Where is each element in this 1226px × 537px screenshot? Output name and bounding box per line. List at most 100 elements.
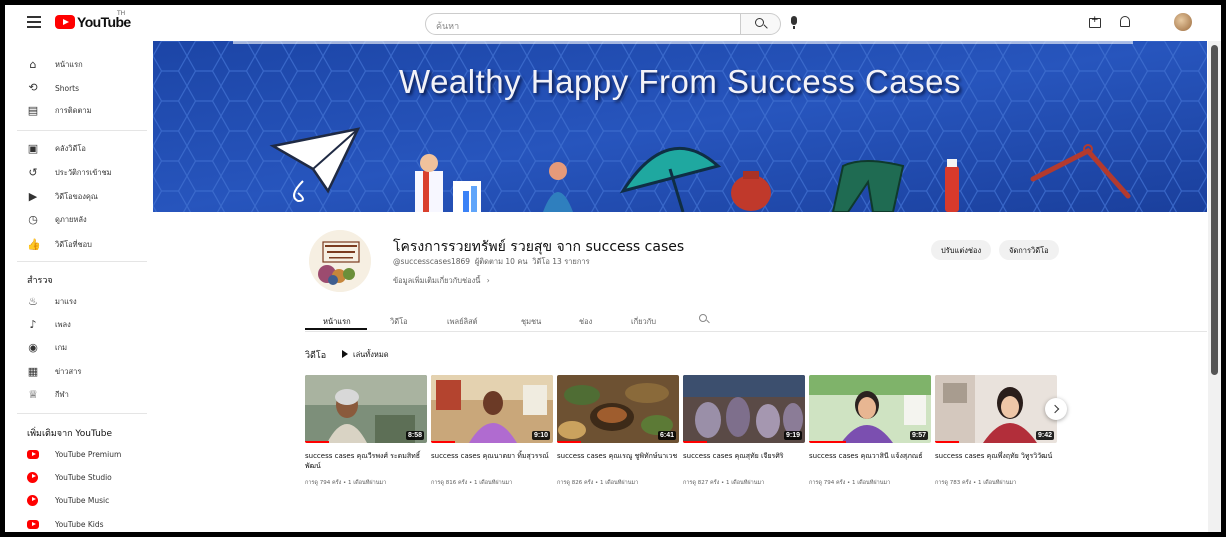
video-thumbnail[interactable]: 9:42: [935, 375, 1057, 443]
watch-progress-bar: [935, 440, 960, 443]
sidebar-divider: [17, 413, 147, 414]
sidebar-item-sports[interactable]: ♕ กีฬา: [5, 385, 153, 405]
video-thumbnail[interactable]: 6:41: [557, 375, 679, 443]
video-title[interactable]: success cases คุณวีรพงศ์ ระดมสิทธิ์พัฒน์: [305, 451, 427, 471]
sidebar: ⌂ หน้าแรก ⟲ Shorts ▤ การติดตาม ▣ คลังวิด…: [5, 41, 153, 532]
sidebar-item-label: มาแรง: [55, 297, 77, 306]
sidebar-item-music[interactable]: ♪ เพลง: [5, 315, 153, 335]
subscriptions-icon: ▤: [27, 104, 39, 117]
video-title[interactable]: success cases คุณเรณู ชูพิทักษ์นาเวช: [557, 451, 679, 461]
customize-channel-button[interactable]: ปรับแต่งช่อง: [931, 240, 992, 260]
video-count: วิดีโอ 13 รายการ: [532, 257, 590, 266]
create-icon[interactable]: [1089, 15, 1101, 28]
shelf-title[interactable]: วิดีโอ: [305, 348, 326, 362]
video-thumbnail[interactable]: 8:58: [305, 375, 427, 443]
channel-name: โครงการรวยทรัพย์ รวยสุข จาก success case…: [393, 239, 685, 255]
sidebar-item-label: ดูภายหลัง: [55, 215, 87, 224]
upload-age: 1 เดือนที่ผ่านมา: [474, 480, 513, 486]
channel-avatar[interactable]: [309, 230, 371, 292]
sidebar-item-label: YouTube Music: [55, 495, 110, 505]
video-duration: 9:57: [909, 431, 928, 440]
tab-community[interactable]: ชุมชน: [521, 316, 541, 328]
browser-viewport: YouTube TH ค้นหา ⌂ หน้าแรก ⟲ Shorts ▤ กา…: [5, 5, 1221, 532]
sidebar-item-label: วิดีโอของคุณ: [55, 192, 98, 201]
sidebar-item-label: การติดตาม: [55, 106, 92, 115]
video-duration: 9:10: [531, 431, 550, 440]
sidebar-item-news[interactable]: ▦ ข่าวสาร: [5, 362, 153, 382]
scrollbar-thumb[interactable]: [1211, 45, 1218, 375]
news-icon: ▦: [27, 365, 39, 378]
video-thumbnail[interactable]: 9:10: [431, 375, 553, 443]
search-button[interactable]: [741, 13, 781, 35]
sidebar-item-label: คลังวิดีโอ: [55, 144, 86, 153]
video-meta: การดู 794 ครั้ง • 1 เดือนที่ผ่านมา: [809, 480, 891, 486]
tab-playlists[interactable]: เพลย์ลิสต์: [447, 316, 478, 328]
channel-banner: Wealthy Happy From Success Cases: [153, 41, 1207, 212]
watch-progress-bar: [557, 440, 582, 443]
sidebar-item-liked[interactable]: 👍 วิดีโอที่ชอบ: [5, 235, 153, 255]
sidebar-item-subscriptions[interactable]: ▤ การติดตาม: [5, 101, 153, 121]
youtube-logo[interactable]: YouTube TH: [55, 10, 131, 30]
sidebar-item-youtube-premium[interactable]: YouTube Premium: [5, 444, 153, 464]
video-title[interactable]: success cases คุณพึ่งฤทัย วิทูรวิวัฒน์: [935, 451, 1057, 461]
shelf-next-button[interactable]: [1045, 398, 1067, 420]
watch-later-icon: ◷: [28, 213, 38, 226]
sidebar-item-your-videos[interactable]: ▶ วิดีโอของคุณ: [5, 187, 153, 207]
sidebar-item-youtube-music[interactable]: YouTube Music: [5, 490, 153, 510]
tab-videos[interactable]: วิดีโอ: [390, 316, 408, 328]
sidebar-item-trending[interactable]: ♨ มาแรง: [5, 292, 153, 312]
play-all-button[interactable]: เล่นทั้งหมด: [342, 349, 389, 361]
page-scrollbar[interactable]: [1208, 41, 1221, 532]
upload-age: 1 เดือนที่ผ่านมา: [852, 480, 891, 486]
tab-channels[interactable]: ช่อง: [579, 316, 592, 328]
your-videos-icon: ▶: [28, 190, 38, 203]
sidebar-item-gaming[interactable]: ◉ เกม: [5, 338, 153, 358]
sidebar-item-label: เกม: [55, 343, 68, 352]
sidebar-item-shorts[interactable]: ⟲ Shorts: [5, 78, 153, 98]
youtube-kids-icon: [27, 519, 39, 529]
liked-icon: 👍: [27, 238, 41, 251]
notifications-icon[interactable]: [1120, 16, 1130, 27]
sidebar-item-home[interactable]: ⌂ หน้าแรก: [5, 55, 153, 75]
video-thumbnail[interactable]: 9:57: [809, 375, 931, 443]
channel-more-info-link[interactable]: ข้อมูลเพิ่มเติมเกี่ยวกับช่องนี้ ›: [393, 275, 490, 287]
voice-search-icon[interactable]: [791, 16, 797, 29]
shorts-icon: ⟲: [28, 81, 38, 94]
video-duration: 6:41: [657, 431, 676, 440]
video-title[interactable]: success cases คุณนาตยา ทิ้มสุวรรณ์: [431, 451, 553, 461]
view-count: การดู 827 ครั้ง: [683, 480, 720, 486]
video-meta: การดู 783 ครั้ง • 1 เดือนที่ผ่านมา: [935, 480, 1017, 486]
search-input[interactable]: ค้นหา: [425, 13, 741, 35]
country-code: TH: [117, 10, 126, 17]
sidebar-item-youtube-studio[interactable]: YouTube Studio: [5, 467, 153, 487]
sidebar-divider: [17, 130, 147, 131]
more-from-youtube-heading: เพิ่มเติมจาก YouTube: [27, 429, 113, 439]
sidebar-item-label: เพลง: [55, 320, 71, 329]
sidebar-item-label: วิดีโอที่ชอบ: [55, 240, 92, 249]
video-meta: การดู 827 ครั้ง • 1 เดือนที่ผ่านมา: [683, 480, 765, 486]
play-all-label: เล่นทั้งหมด: [353, 350, 389, 359]
account-avatar[interactable]: [1174, 13, 1192, 31]
upload-age: 1 เดือนที่ผ่านมา: [348, 480, 387, 486]
sidebar-item-history[interactable]: ↺ ประวัติการเข้าชม: [5, 163, 153, 183]
watch-progress-bar: [683, 440, 708, 443]
video-thumbnail[interactable]: 9:19: [683, 375, 805, 443]
view-count: การดู 826 ครั้ง: [557, 480, 594, 486]
sidebar-item-watch-later[interactable]: ◷ ดูภายหลัง: [5, 210, 153, 230]
sidebar-item-library[interactable]: ▣ คลังวิดีโอ: [5, 139, 153, 159]
menu-icon[interactable]: [27, 16, 41, 28]
sidebar-item-youtube-kids[interactable]: YouTube Kids: [5, 514, 153, 532]
tab-about[interactable]: เกี่ยวกับ: [631, 316, 656, 328]
channel-search-icon[interactable]: [699, 314, 707, 322]
video-duration: 9:42: [1035, 431, 1054, 440]
home-icon: ⌂: [29, 58, 37, 71]
tabs-divider: [305, 331, 1207, 332]
sidebar-item-label: YouTube Studio: [55, 472, 112, 482]
channel-meta: @successcases1869 ผู้ติดตาม 10 คน วิดีโอ…: [393, 256, 590, 268]
video-title[interactable]: success cases คุณสุทัย เจียรศิริ: [683, 451, 805, 461]
youtube-premium-icon: [27, 449, 39, 459]
video-title[interactable]: success cases คุณวาสินี แจ้งสุภณธ์: [809, 451, 931, 461]
tab-home[interactable]: หน้าแรก: [323, 316, 351, 328]
manage-videos-button[interactable]: จัดการวิดีโอ: [999, 240, 1059, 260]
video-duration: 9:19: [783, 431, 802, 440]
